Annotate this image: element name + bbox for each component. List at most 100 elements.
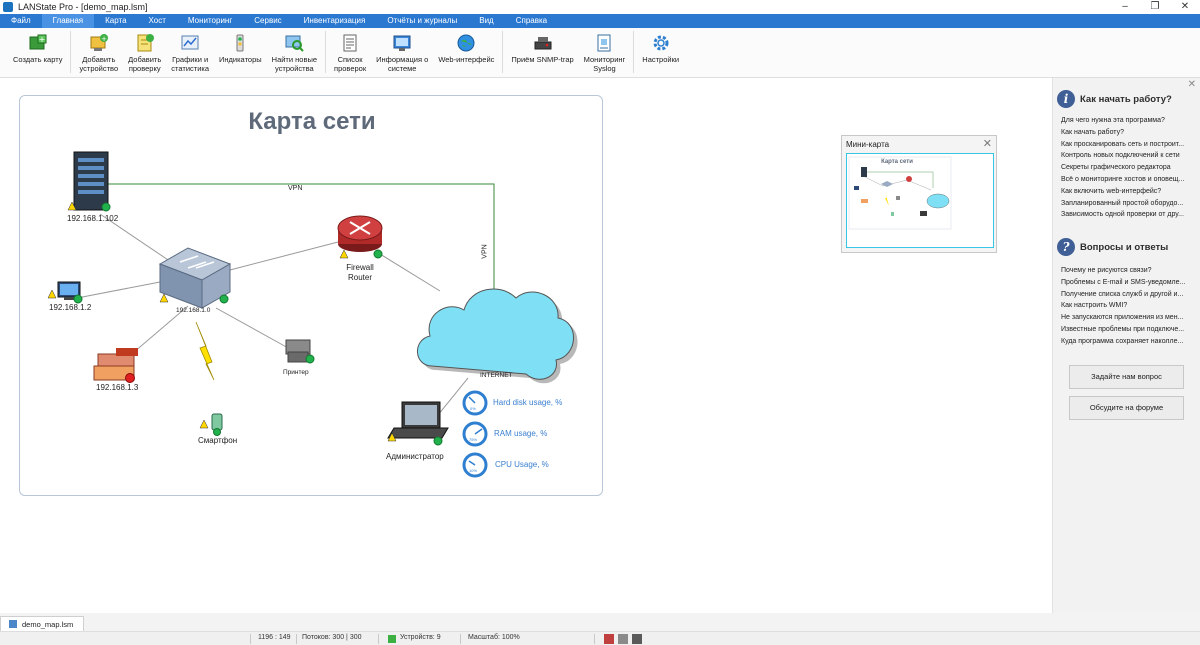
minimize-button[interactable]: – <box>1110 0 1140 14</box>
admin-label: Администратор <box>386 452 444 461</box>
admin-laptop-node[interactable] <box>387 401 449 446</box>
firewall-router-node[interactable] <box>337 215 383 259</box>
internet-label: INTERNET <box>480 372 513 379</box>
ask-question-button[interactable]: Задайте нам вопрос <box>1069 365 1184 389</box>
indicators-icon <box>229 32 251 54</box>
help-link[interactable]: Как начать работу? <box>1061 127 1197 139</box>
faq-link[interactable]: Как настроить WMI? <box>1061 300 1197 312</box>
faq-section-title: Вопросы и ответы <box>1080 241 1169 253</box>
indicators-label: Индикаторы <box>219 55 262 64</box>
close-button[interactable]: ✕ <box>1170 0 1200 14</box>
snmp-trap-button[interactable]: Приём SNMP-trap <box>506 28 578 64</box>
start-links-list: Для чего нужна эта программа? Как начать… <box>1061 115 1197 221</box>
network-host-icon[interactable] <box>618 634 628 644</box>
network-map[interactable]: Карта сети VPN VPN 192.168.1.102 192.168… <box>19 95 603 496</box>
hard-disk-gauge-label: Hard disk usage, % <box>493 398 563 407</box>
add-check-label: Добавить проверку <box>128 55 162 73</box>
menu-inventory[interactable]: Инвентаризация <box>293 14 377 28</box>
faq-link[interactable]: Известные проблемы при подключе... <box>1061 324 1197 336</box>
find-devices-button[interactable]: Найти новые устройства <box>267 28 322 73</box>
devices-count: Устройств: 9 <box>400 634 441 641</box>
create-map-button[interactable]: + Создать карту <box>8 28 67 64</box>
vpn-label: VPN <box>288 185 303 192</box>
menu-reports[interactable]: Отчёты и журналы <box>376 14 468 28</box>
settings-button[interactable]: Настройки <box>637 28 684 64</box>
indicators-button[interactable]: Индикаторы <box>214 28 267 64</box>
faq-link[interactable]: Получение списка служб и другой и... <box>1061 289 1197 301</box>
help-link[interactable]: Зависимость одной проверки от дру... <box>1061 209 1197 221</box>
menu-monitoring[interactable]: Мониторинг <box>177 14 243 28</box>
menu-home[interactable]: Главная <box>41 14 95 28</box>
map-workspace[interactable]: Карта сети VPN VPN 192.168.1.102 192.168… <box>0 78 1052 613</box>
menu-file[interactable]: Файл <box>0 14 42 28</box>
firewall-label-line2: Router <box>347 273 372 282</box>
maximize-button[interactable]: ❐ <box>1140 0 1170 14</box>
menu-host[interactable]: Хост <box>138 14 177 28</box>
charts-button[interactable]: Графики и статистика <box>166 28 214 73</box>
syslog-icon <box>593 32 615 54</box>
status-bar: 1196 : 149 Потоков: 300 | 300 Устройств:… <box>0 631 1200 645</box>
forum-button[interactable]: Обсудите на форуме <box>1069 396 1184 420</box>
color-printer-node[interactable] <box>93 348 138 383</box>
log-icon[interactable] <box>632 634 642 644</box>
zoom-level: Масштаб: 100% <box>468 634 520 641</box>
start-section-title: Как начать работу? <box>1080 93 1172 105</box>
find-devices-icon <box>283 32 305 54</box>
faq-link[interactable]: Не запускаются приложения из мен... <box>1061 312 1197 324</box>
help-link[interactable]: Для чего нужна эта программа? <box>1061 115 1197 127</box>
pc-node[interactable] <box>47 281 83 304</box>
help-link[interactable]: Секреты графического редактора <box>1061 162 1197 174</box>
add-device-button[interactable]: + Добавить устройство <box>74 28 123 73</box>
alert-host-icon[interactable] <box>604 634 614 644</box>
faq-link[interactable]: Проблемы с E-mail и SMS-уведомле... <box>1061 277 1197 289</box>
server-label: 192.168.1.102 <box>67 214 119 223</box>
menu-help[interactable]: Справка <box>505 14 558 28</box>
check-list-label: Список проверок <box>334 55 367 73</box>
help-link[interactable]: Как просканировать сеть и построит... <box>1061 139 1197 151</box>
minimap-panel[interactable]: Мини-карта ✕ Карта сети <box>841 135 997 253</box>
web-interface-label: Web-интерфейс <box>438 55 495 64</box>
internet-cloud[interactable] <box>417 288 578 384</box>
charts-label: Графики и статистика <box>171 55 210 73</box>
minimap-viewport[interactable]: Карта сети <box>846 153 994 248</box>
help-link[interactable]: Запланированный простой оборудо... <box>1061 198 1197 210</box>
server-node[interactable] <box>67 151 111 212</box>
web-interface-button[interactable]: Web-интерфейс <box>433 28 499 64</box>
printer-node[interactable] <box>285 339 315 364</box>
help-link[interactable]: Всё о мониторинге хостов и оповещ... <box>1061 174 1197 186</box>
menu-service[interactable]: Сервис <box>243 14 292 28</box>
minimap-title: Мини-карта <box>846 140 890 149</box>
cpu-gauge-label: CPU Usage, % <box>495 460 549 469</box>
question-icon: ? <box>1057 238 1075 256</box>
vpn-label-vertical: VPN <box>481 244 489 259</box>
document-tab-strip: demo_map.lsm <box>0 613 1200 631</box>
help-panel-close-icon[interactable]: ✕ <box>1188 79 1196 90</box>
system-info-button[interactable]: Информация о системе <box>371 28 433 73</box>
menu-map[interactable]: Карта <box>94 14 137 28</box>
syslog-button[interactable]: Мониторинг Syslog <box>579 28 631 73</box>
svg-text:+: + <box>38 35 45 44</box>
ribbon-separator <box>633 31 635 73</box>
ribbon-separator <box>502 31 504 73</box>
menu-view[interactable]: Вид <box>468 14 504 28</box>
faq-link[interactable]: Куда программа сохраняет наколле... <box>1061 336 1197 348</box>
snmp-trap-icon <box>532 32 554 54</box>
ribbon-separator <box>70 31 72 73</box>
cursor-coordinates: 1196 : 149 <box>258 634 291 641</box>
add-check-button[interactable]: Добавить проверку <box>123 28 166 73</box>
check-list-button[interactable]: Список проверок <box>329 28 371 73</box>
switch-node[interactable] <box>158 247 232 309</box>
faq-link[interactable]: Почему не рисуются связи? <box>1061 265 1197 277</box>
devices-icon <box>388 635 396 643</box>
smartphone-node[interactable] <box>199 413 223 436</box>
window-title: LANState Pro - [demo_map.lsm] <box>18 2 148 12</box>
document-tab[interactable]: demo_map.lsm <box>0 616 84 631</box>
status-separator <box>296 634 297 644</box>
minimap-close-icon[interactable]: ✕ <box>983 137 992 150</box>
help-link[interactable]: Как включить web-интерфейс? <box>1061 186 1197 198</box>
status-separator <box>460 634 461 644</box>
snmp-trap-label: Приём SNMP-trap <box>511 55 574 64</box>
add-device-label: Добавить устройство <box>79 55 119 73</box>
create-map-label: Создать карту <box>13 55 63 64</box>
help-link[interactable]: Контроль новых подключений к сети <box>1061 150 1197 162</box>
